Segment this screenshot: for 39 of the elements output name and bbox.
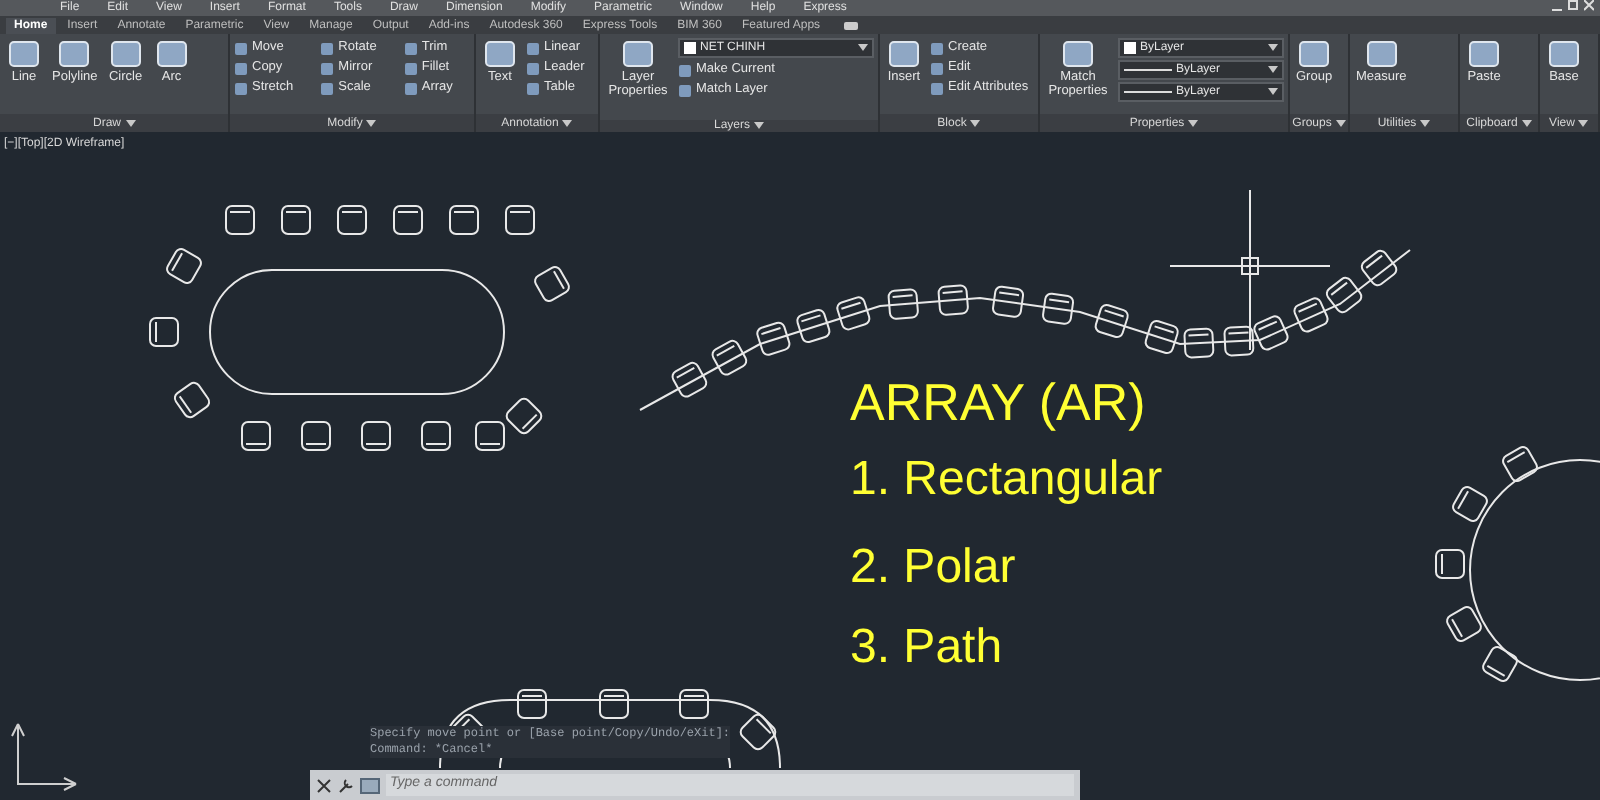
tool-icon	[6, 38, 42, 70]
caret-icon	[1268, 66, 1278, 74]
caret-icon	[1268, 44, 1278, 52]
color-swatch-icon	[1124, 42, 1136, 54]
caret-icon	[125, 119, 135, 127]
wrench-icon[interactable]	[338, 777, 354, 793]
ucs-icon	[11, 723, 77, 791]
prompt-icon[interactable]	[360, 777, 380, 793]
caret-icon	[858, 44, 868, 52]
caret-icon	[1335, 119, 1346, 127]
caret-icon	[1188, 119, 1199, 127]
tool-icon	[153, 38, 190, 70]
tool-icon	[1363, 38, 1400, 70]
color-swatch-icon	[684, 42, 696, 54]
caret-icon	[754, 122, 764, 130]
tool-icon	[482, 38, 518, 70]
tool-icon	[107, 38, 144, 70]
tool-icon	[56, 38, 93, 70]
line-sample-icon	[1124, 66, 1172, 74]
tool-icon	[1296, 38, 1333, 70]
caret-icon	[1578, 119, 1589, 127]
maximize-icon[interactable]	[1568, 0, 1578, 12]
tool-icon	[886, 38, 922, 70]
annotation-text: 1. Rectangular	[850, 456, 1163, 504]
caret-icon	[562, 119, 573, 127]
caret-icon	[366, 119, 377, 127]
tool-icon	[1060, 38, 1096, 70]
line-sample-icon	[1124, 88, 1172, 96]
annotation-text: 2. Polar	[850, 544, 1016, 592]
close-icon[interactable]	[316, 777, 332, 793]
caret-icon	[1521, 119, 1532, 127]
tool-icon	[1546, 38, 1582, 70]
tool-icon	[620, 38, 656, 70]
annotation-text: 3. Path	[850, 624, 1003, 672]
annotation-text: ARRAY (AR)	[850, 376, 1146, 428]
tool-icon	[1466, 38, 1502, 70]
caret-icon	[1420, 119, 1431, 127]
caret-icon	[1268, 88, 1278, 96]
caret-icon	[970, 119, 981, 127]
